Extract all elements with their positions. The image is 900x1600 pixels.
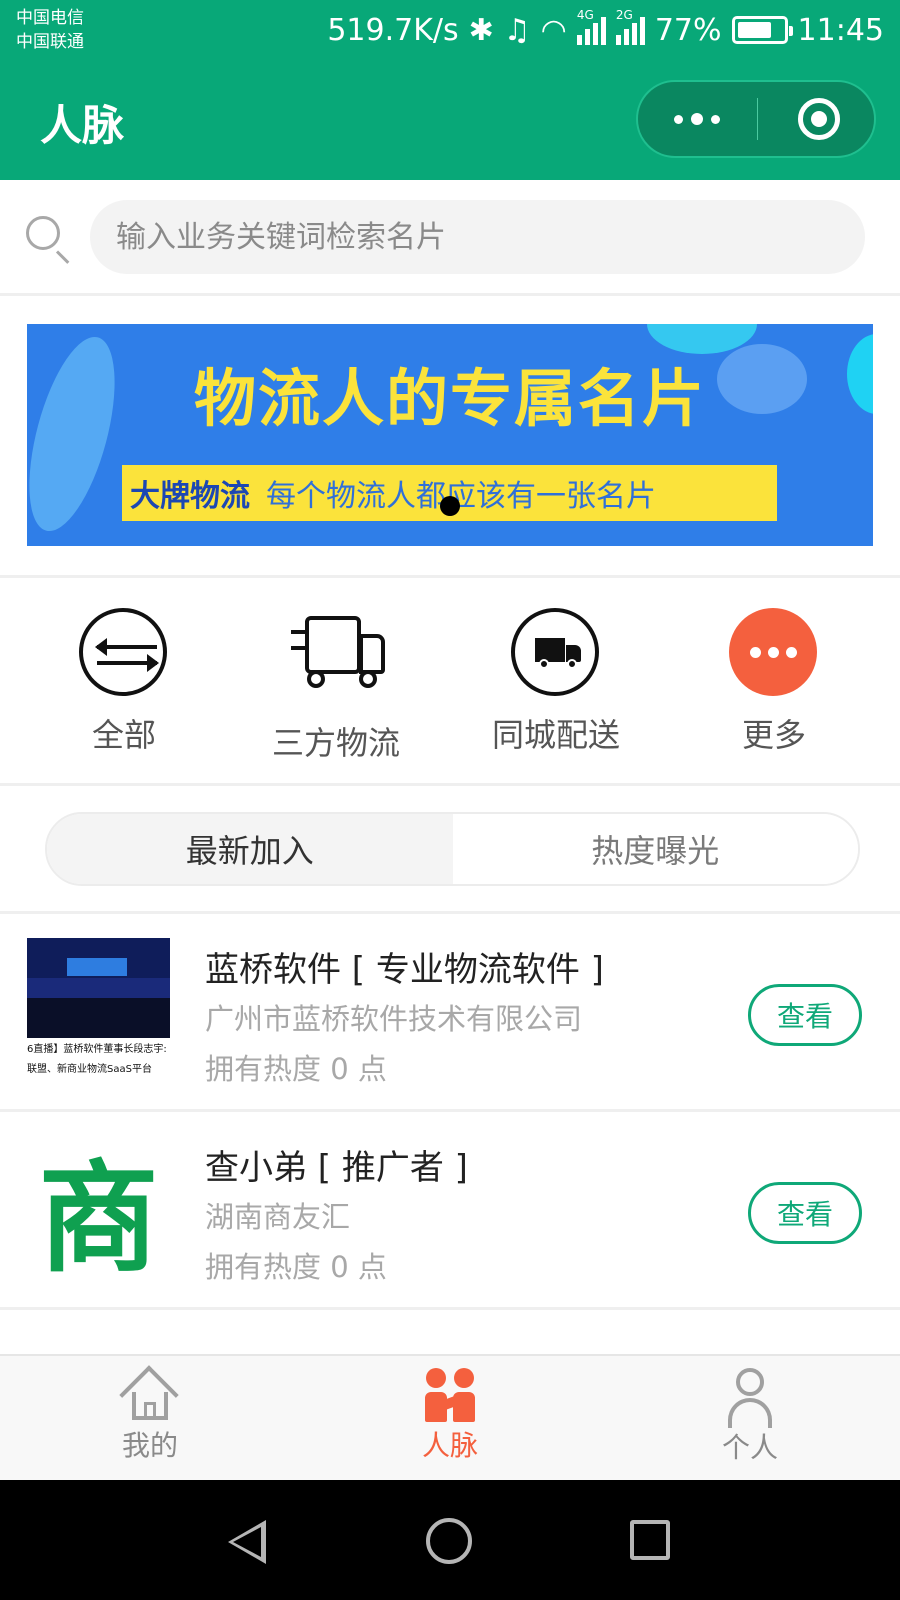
view-button[interactable]: 查看 [748, 1182, 862, 1244]
category-label: 更多 [741, 716, 806, 754]
category-3pl[interactable]: 三方物流 [236, 608, 436, 764]
network-type-1: 4G [576, 8, 594, 22]
list-item[interactable]: 商 查小弟 [ 推广者 ] 湖南商友汇 拥有热度 0 点 查看 [0, 1112, 900, 1310]
list-item[interactable]: 6直播】蓝桥软件董事长段志宇: 联盟、新商业物流SaaS平台 蓝桥软件 [ 专业… [0, 914, 900, 1112]
page-title: 人脉 [40, 101, 125, 150]
close-miniprogram-button[interactable] [798, 98, 840, 140]
tabbar-label: 个人 [721, 1431, 778, 1464]
shang-logo: 商 [38, 1149, 159, 1280]
category-grid: 全部 三方物流 同城配送 更多 [0, 580, 900, 786]
recent-apps-icon[interactable] [630, 1520, 670, 1560]
carrier-2: 中国联通 [16, 32, 84, 52]
network-speed: 519.7K/s [327, 12, 459, 48]
thumbnail-caption: 联盟、新商业物流SaaS平台 [27, 1064, 152, 1075]
signal-icon: 4G [576, 9, 606, 45]
search-icon[interactable] [26, 216, 60, 250]
dot-icon [691, 113, 703, 125]
card-thumbnail: 商 [27, 1136, 170, 1279]
carrier-1: 中国电信 [16, 8, 84, 28]
card-heat: 拥有热度 0 点 [205, 1250, 387, 1284]
truck-circle-icon [511, 608, 601, 698]
card-company: 广州市蓝桥软件技术有限公司 [205, 1002, 583, 1036]
category-label: 三方物流 [271, 724, 400, 762]
tab-section: 最新加入 热度曝光 [0, 786, 900, 914]
category-city-delivery[interactable]: 同城配送 [456, 608, 656, 756]
card-company: 湖南商友汇 [205, 1200, 351, 1234]
search-bar [0, 180, 900, 296]
card-heat: 拥有热度 0 点 [205, 1052, 387, 1086]
tabbar-item-profile[interactable]: 个人 [650, 1368, 850, 1466]
battery-percent: 77% [654, 12, 722, 48]
card-thumbnail: 6直播】蓝桥软件董事长段志宇: 联盟、新商业物流SaaS平台 [27, 938, 170, 1081]
card-name: 查小弟 [ 推广者 ] [205, 1148, 468, 1188]
signal-icon-2: 2G [615, 9, 645, 45]
search-input[interactable] [90, 200, 865, 274]
carousel-indicator[interactable] [440, 496, 460, 516]
view-button[interactable]: 查看 [748, 984, 862, 1046]
carrier-info: 中国电信 中国联通 [16, 6, 84, 54]
tab-newest[interactable]: 最新加入 [47, 814, 453, 884]
banner-title: 物流人的专属名片 [193, 362, 706, 435]
battery-icon [731, 16, 793, 44]
swap-arrows-icon [79, 608, 169, 698]
status-indicators: 519.7K/s ✱ ♫ ◠ 4G 2G 77% 11:45 [327, 9, 884, 50]
user-icon [722, 1368, 778, 1428]
tabbar-label: 人脉 [421, 1429, 478, 1462]
more-dots-icon [729, 608, 819, 698]
network-type-2: 2G [615, 8, 633, 22]
bluetooth-icon: ✱ [468, 12, 494, 48]
navigation-bar: 人脉 [0, 62, 900, 180]
back-icon[interactable] [228, 1520, 266, 1564]
status-bar: 中国电信 中国联通 519.7K/s ✱ ♫ ◠ 4G 2G 77% 11:45 [0, 0, 900, 62]
category-label: 同城配送 [491, 716, 620, 754]
capsule-divider [757, 98, 758, 140]
home-icon [119, 1365, 179, 1425]
home-circle-icon[interactable] [426, 1518, 472, 1564]
thumbnail-caption: 6直播】蓝桥软件董事长段志宇: [27, 1044, 167, 1055]
dot-icon [674, 114, 683, 124]
mute-icon: ♫ [503, 12, 531, 48]
more-options-button[interactable] [638, 82, 756, 156]
dot-icon [711, 114, 720, 124]
bottom-tab-bar: 我的 人脉 个人 [0, 1354, 900, 1480]
card-name: 蓝桥软件 [ 专业物流软件 ] [205, 950, 604, 990]
category-label: 全部 [91, 716, 156, 754]
tab-popular[interactable]: 热度曝光 [452, 814, 858, 884]
tabbar-label: 我的 [121, 1429, 178, 1462]
banner-section: 物流人的专属名片 大牌物流 每个物流人都应该有一张名片 [0, 296, 900, 578]
category-more[interactable]: 更多 [674, 608, 874, 756]
tabbar-item-mine[interactable]: 我的 [50, 1365, 250, 1464]
people-icon [420, 1368, 480, 1422]
battery-fill [737, 22, 772, 38]
card-list: 6直播】蓝桥软件董事长段志宇: 联盟、新商业物流SaaS平台 蓝桥软件 [ 专业… [0, 914, 900, 1310]
banner-brand: 大牌物流 [130, 479, 250, 514]
system-navigation-bar [0, 1480, 900, 1600]
event-photo [27, 938, 170, 1038]
category-all[interactable]: 全部 [24, 608, 224, 756]
tabbar-item-contacts[interactable]: 人脉 [350, 1368, 550, 1464]
segmented-tabs: 最新加入 热度曝光 [45, 812, 860, 886]
banner-slogan: 每个物流人都应该有一张名片 [266, 479, 656, 514]
miniprogram-capsule [636, 80, 876, 158]
clock: 11:45 [797, 12, 884, 48]
wifi-icon: ◠ [540, 12, 567, 48]
truck-outline-icon [291, 616, 385, 706]
